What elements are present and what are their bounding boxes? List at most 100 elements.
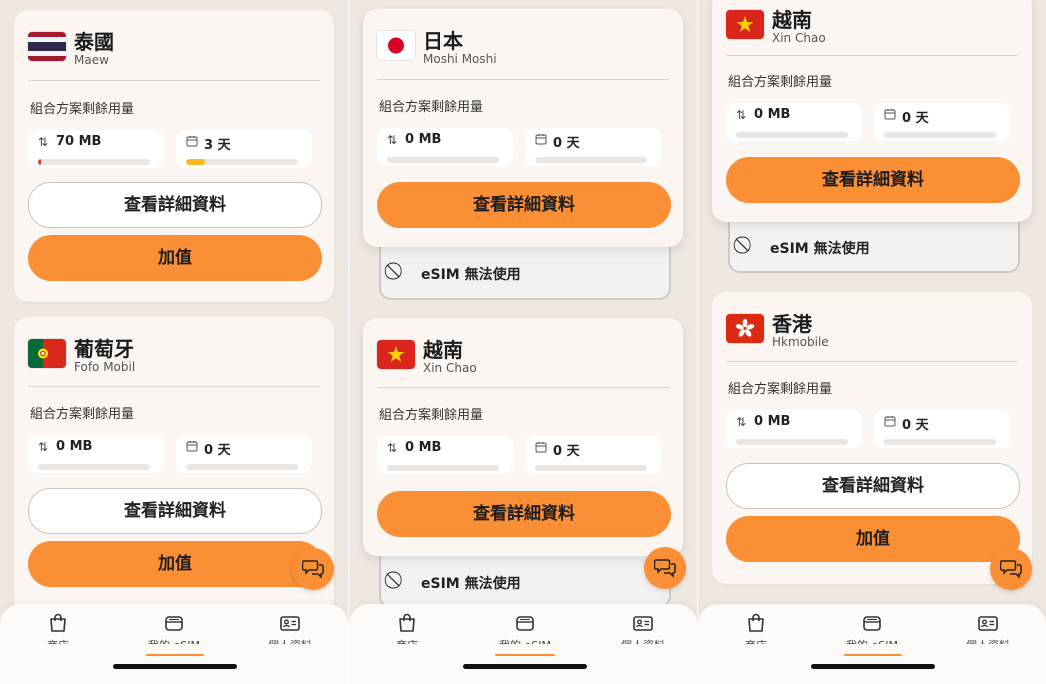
days-value: 0 天 [204,443,231,458]
top-up-button[interactable]: 查看詳細資料 [377,182,671,228]
days-remaining: 3 天 [176,130,312,168]
nav-tab-profile[interactable]: 個人資料 [260,612,320,656]
days-value: 0 天 [902,418,929,433]
data-progress-bar [736,132,848,138]
view-details-button[interactable]: 查看詳細資料 [28,488,322,534]
network-name: Xin Chao [772,31,826,45]
top-up-button[interactable]: 加值 [28,541,322,587]
id-card-icon [978,616,998,631]
divider [28,80,320,81]
top-up-button[interactable]: 加值 [726,516,1020,562]
days-remaining: 0 天 [176,435,312,473]
data-value: 0 MB [405,440,442,455]
days-progress-fill [186,159,206,165]
view-details-button[interactable]: 查看詳細資料 [726,157,1020,203]
country-name: 越南 [423,338,463,362]
chat-support-button[interactable] [644,547,686,589]
calendar-icon [186,135,198,150]
vietnam-flag-icon [377,340,415,369]
shopping-bag-icon [748,613,764,632]
data-remaining: ⇅ 70 MB [28,130,164,168]
id-card-icon [280,616,300,631]
data-progress-bar [387,157,499,163]
shopping-bag-icon [399,613,415,632]
country-header: 日本 Moshi Moshi [377,25,667,69]
nav-tab-shop[interactable]: 商店 [28,612,88,656]
nav-tab-shop[interactable]: 商店 [726,612,786,656]
data-progress-fill [38,159,41,165]
sim-card-icon [863,616,881,631]
home-indicator [113,664,237,669]
portugal-flag-icon [28,339,66,368]
esim-status-text: eSIM 無法使用 [421,576,521,592]
sim-card-icon [516,616,534,631]
nav-tab-profile[interactable]: 個人資料 [613,612,673,656]
japan-flag-icon [377,31,415,60]
country-name: 越南 [772,8,812,32]
esim-card-japan: 日本 Moshi Moshi 組合方案剩餘用量 ⇅ 0 MB 0 天 查看詳細資… [363,9,683,247]
nav-tab-shop[interactable]: 商店 [377,612,437,656]
divider [377,79,669,80]
country-name: 日本 [423,29,463,53]
phone-screen-1: 泰國 Maew 組合方案剩餘用量 ⇅ 70 MB 3 天 查看詳細資料 加值 葡… [0,0,348,684]
data-remaining: ⇅ 0 MB [377,128,513,166]
active-tab-indicator [146,654,204,656]
nav-tab-my-esim[interactable]: 我的 eSIM [144,612,204,656]
top-up-button[interactable]: 加值 [28,235,322,281]
country-name: 葡萄牙 [74,337,134,361]
bottom-navigation: 商店 我的 eSIM 個人資料 [0,604,348,684]
data-remaining: ⇅ 0 MB [377,436,513,474]
days-remaining: 0 天 [874,103,1010,141]
network-name: Xin Chao [423,361,477,375]
days-value: 0 天 [553,444,580,459]
esim-card-vietnam: 越南 Xin Chao 組合方案剩餘用量 ⇅ 0 MB 0 天 查看詳細資料 [712,0,1032,222]
data-remaining: ⇅ 0 MB [726,103,862,141]
esim-status-text: eSIM 無法使用 [770,241,870,257]
active-tab-indicator [495,654,555,656]
esim-status-text: eSIM 無法使用 [421,267,521,283]
country-name: 泰國 [74,30,114,54]
nav-tab-profile[interactable]: 個人資料 [958,612,1018,656]
data-progress-bar [387,465,499,471]
data-transfer-icon: ⇅ [387,133,398,147]
days-value: 0 天 [902,111,929,126]
days-value: 0 天 [553,136,580,151]
shopping-bag-icon [50,613,66,632]
network-name: Moshi Moshi [423,52,497,66]
chat-bubbles-icon [302,560,324,579]
nav-tab-my-esim[interactable]: 我的 eSIM [842,612,902,656]
data-progress-bar [736,439,848,445]
nav-label: 個人資料 [260,637,320,644]
nav-label: 我的 eSIM [842,637,902,644]
active-tab-indicator [844,654,902,656]
bottom-navigation: 商店 我的 eSIM 個人資料 [349,604,697,684]
data-value: 0 MB [754,107,791,122]
view-details-button[interactable]: 查看詳細資料 [377,491,671,537]
divider [726,361,1018,362]
data-transfer-icon: ⇅ [736,415,747,429]
usage-label: 組合方案剩餘用量 [728,382,833,397]
days-value: 3 天 [204,138,231,153]
esim-card-portugal: 葡萄牙 Fofo Mobil 組合方案剩餘用量 ⇅ 0 MB 0 天 查看詳細資… [14,317,334,617]
country-header: 泰國 Maew [28,26,318,70]
calendar-icon [535,133,547,148]
data-value: 0 MB [56,439,93,454]
nav-tab-my-esim[interactable]: 我的 eSIM [495,612,555,656]
calendar-icon [535,441,547,456]
network-name: Fofo Mobil [74,360,136,374]
days-remaining: 0 天 [874,410,1010,448]
data-transfer-icon: ⇅ [38,135,49,149]
data-remaining: ⇅ 0 MB [726,410,862,448]
esim-card-hong-kong: 香港 Hkmobile 組合方案剩餘用量 ⇅ 0 MB 0 天 查看詳細資料 加… [712,292,1032,584]
chat-support-button[interactable] [292,548,334,590]
divider [28,386,320,387]
data-value: 0 MB [754,414,791,429]
usage-label: 組合方案剩餘用量 [30,102,135,117]
usage-label: 組合方案剩餘用量 [728,75,833,90]
data-transfer-icon: ⇅ [736,108,747,122]
view-details-button[interactable]: 查看詳細資料 [28,182,322,228]
nav-label: 商店 [28,637,88,644]
chat-support-button[interactable] [990,548,1032,590]
view-details-button[interactable]: 查看詳細資料 [726,463,1020,509]
thailand-flag-icon [28,32,66,61]
